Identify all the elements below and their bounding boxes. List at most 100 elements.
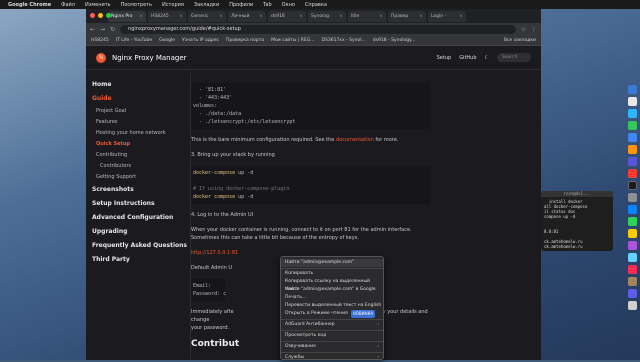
context-menu-item[interactable]: Службы › xyxy=(281,354,383,362)
menubar-item[interactable]: История xyxy=(162,2,184,8)
documentation-link[interactable]: documentation xyxy=(336,137,374,143)
menubar-item[interactable]: Посмотреть xyxy=(121,2,152,8)
menubar-item[interactable]: Файл xyxy=(61,2,75,8)
terminal-window[interactable]: root@ds1... install docker all docker-com… xyxy=(541,191,613,251)
menubar-item[interactable]: Tab xyxy=(263,2,271,8)
nav-setup[interactable]: Setup xyxy=(437,55,452,61)
app-icon[interactable] xyxy=(627,289,637,298)
sidebar-item[interactable]: Setup Instructions xyxy=(86,197,190,211)
sidebar-item[interactable]: Third Party xyxy=(86,253,190,267)
close-tab-icon[interactable]: × xyxy=(219,11,223,22)
music-icon[interactable] xyxy=(627,265,637,274)
zoom-window-button[interactable] xyxy=(106,13,111,18)
context-menu-item[interactable]: Копировать ссылку на выделенный текст xyxy=(281,278,383,292)
bookmark-item[interactable]: Мои сайты | REG... xyxy=(271,38,314,43)
app-icon[interactable] xyxy=(627,169,637,178)
app-icon[interactable] xyxy=(627,205,637,214)
settings-icon[interactable] xyxy=(627,193,637,202)
sidebar-item[interactable]: Contributing xyxy=(86,150,190,161)
close-window-button[interactable] xyxy=(90,13,95,18)
all-bookmarks-button[interactable]: Все закладки xyxy=(504,38,536,43)
safari-icon[interactable] xyxy=(627,109,637,118)
browser-tab[interactable]: Synolog × xyxy=(308,10,346,22)
browser-tab[interactable]: Личный × xyxy=(228,10,266,22)
trash-icon[interactable] xyxy=(627,301,637,310)
close-tab-icon[interactable]: × xyxy=(379,11,383,22)
sidebar-item[interactable]: Screenshots xyxy=(86,183,190,197)
sidebar-item[interactable]: Guide xyxy=(86,92,190,106)
bookmark-item[interactable]: DS3617xx - Synol... xyxy=(322,38,366,43)
terminal-icon[interactable] xyxy=(627,181,637,190)
star-icon[interactable]: ☆ xyxy=(521,26,526,33)
browser-tab[interactable]: HS8245 × xyxy=(148,10,186,22)
browser-tab[interactable]: litle × xyxy=(348,10,386,22)
context-menu-item[interactable]: Озвучивание › xyxy=(281,343,383,351)
sidebar-item[interactable]: Project Goal xyxy=(86,106,190,117)
browser-tab[interactable]: ds918 × xyxy=(268,10,306,22)
menubar-item[interactable]: Окно xyxy=(282,2,295,8)
bookmark-item[interactable]: Проверка порта xyxy=(226,38,264,43)
app-icon[interactable] xyxy=(627,241,637,250)
context-menu-item[interactable]: Печать... xyxy=(281,294,383,302)
bookmark-item[interactable]: Google xyxy=(159,38,175,43)
theme-toggle-icon[interactable]: ☾ xyxy=(485,55,489,61)
context-menu-item[interactable]: Просмотреть код xyxy=(281,332,383,340)
menubar-item[interactable]: Закладки xyxy=(194,2,219,8)
close-tab-icon[interactable]: × xyxy=(299,11,303,22)
site-title[interactable]: Nginx Proxy Manager xyxy=(112,54,187,62)
back-icon[interactable]: ← xyxy=(90,26,95,33)
context-menu-item[interactable]: Перевести выделенный текст на English xyxy=(281,302,383,310)
bookmark-item[interactable]: ds918 - Synology... xyxy=(373,38,416,43)
menubar-item[interactable]: Справка xyxy=(305,2,327,8)
sidebar-item[interactable]: Quick Setup xyxy=(86,139,190,150)
app-icon[interactable] xyxy=(627,217,637,226)
sidebar-item[interactable]: Hosting your home network xyxy=(86,128,190,139)
sidebar-item[interactable]: Features xyxy=(86,117,190,128)
launchpad-icon[interactable] xyxy=(627,97,637,106)
context-menu-item[interactable]: Найти "admin@example.com" xyxy=(281,259,383,267)
forward-icon[interactable]: → xyxy=(100,26,105,33)
close-tab-icon[interactable]: × xyxy=(459,11,463,22)
bookmark-item[interactable]: HS8245 xyxy=(91,38,109,43)
bookmark-item[interactable]: IT Life - YouTube xyxy=(116,38,152,43)
menubar-item[interactable]: Профили xyxy=(229,2,253,8)
close-tab-icon[interactable]: × xyxy=(419,11,423,22)
sidebar-item[interactable]: Upgrading xyxy=(86,225,190,239)
notes-icon[interactable] xyxy=(627,229,637,238)
browser-tab[interactable]: Generic × xyxy=(188,10,226,22)
app-icon[interactable] xyxy=(627,145,637,154)
app-icon[interactable] xyxy=(627,253,637,262)
minimize-window-button[interactable] xyxy=(98,13,103,18)
search-input[interactable]: Search xyxy=(497,53,531,62)
browser-tab[interactable]: Nginx Pro × xyxy=(108,10,146,22)
browser-tab[interactable]: Провер × xyxy=(388,10,426,22)
close-tab-icon[interactable]: × xyxy=(339,11,343,22)
menubar-item[interactable]: Изменить xyxy=(85,2,111,8)
browser-tab[interactable]: Login - × xyxy=(428,10,466,22)
menubar-app-name[interactable]: Google Chrome xyxy=(8,2,51,8)
sidebar-item[interactable]: Getting Support xyxy=(86,172,190,183)
terminal-title[interactable]: root@ds1... xyxy=(541,191,613,197)
finder-icon[interactable] xyxy=(627,85,637,94)
sidebar-item[interactable]: Advanced Configuration xyxy=(86,211,190,225)
app-icon[interactable] xyxy=(627,277,637,286)
context-menu-item[interactable]: Найти "admin@example.com" в Google xyxy=(281,286,383,294)
url-input[interactable]: nginxproxymanager.com/guide/#quick-setup xyxy=(120,25,516,34)
app-icon[interactable] xyxy=(627,157,637,166)
sidebar-item[interactable]: Frequently Asked Questions xyxy=(86,239,190,253)
nav-github[interactable]: GitHub xyxy=(459,55,476,61)
npm-logo-icon[interactable]: N xyxy=(96,52,106,63)
close-tab-icon[interactable]: × xyxy=(259,11,263,22)
context-menu-item[interactable]: Открыть в Режиме чтения НОВИНКА xyxy=(281,310,383,318)
messages-icon[interactable] xyxy=(627,121,637,130)
sidebar-item[interactable]: Home xyxy=(86,78,190,92)
menu-icon[interactable]: ⋮ xyxy=(531,26,537,33)
chrome-icon[interactable] xyxy=(627,133,637,142)
bookmark-item[interactable]: Узнать IP адрес xyxy=(182,38,219,43)
sidebar-item[interactable]: Contributors xyxy=(86,161,190,172)
reload-icon[interactable]: ↻ xyxy=(110,26,115,33)
close-tab-icon[interactable]: × xyxy=(139,11,143,22)
context-menu-item[interactable]: AdGuard Антибаннер › xyxy=(281,321,383,329)
close-tab-icon[interactable]: × xyxy=(179,11,183,22)
context-menu-item[interactable]: Копировать xyxy=(281,270,383,278)
